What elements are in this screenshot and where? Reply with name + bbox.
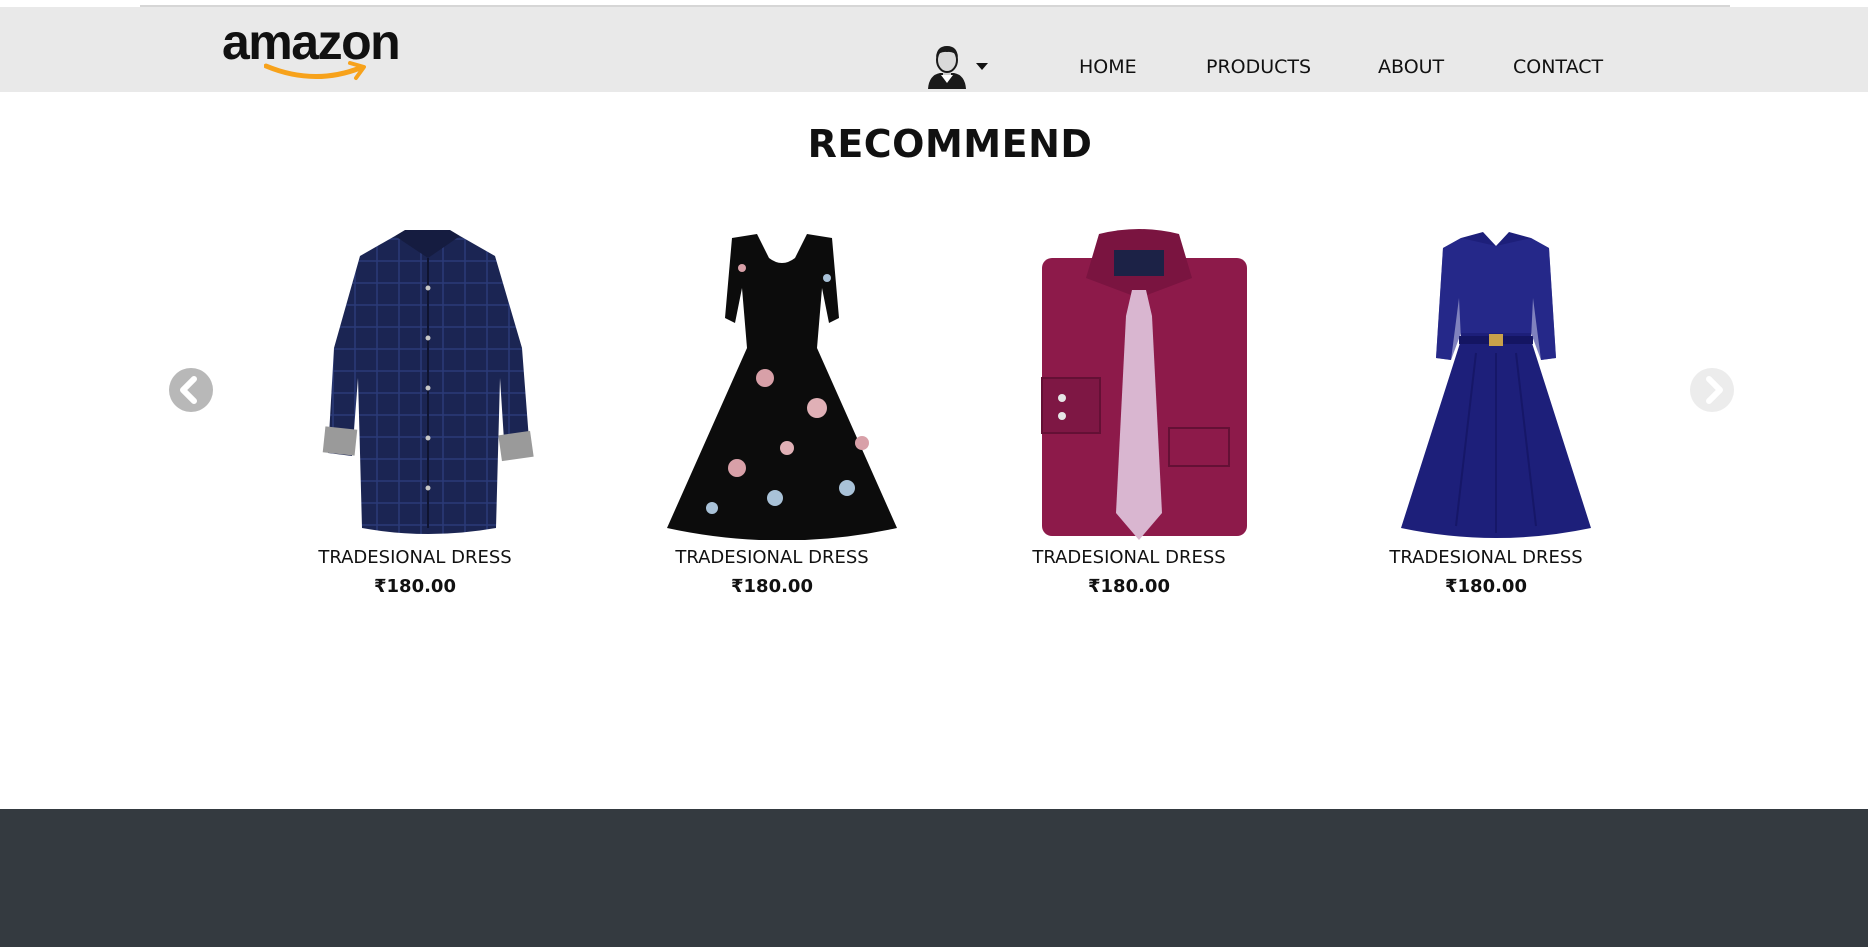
product-image-navy-lace-dress[interactable] [1371,228,1621,540]
product-card[interactable]: TRADESIONAL DRESS ₹180.00 [250,228,580,608]
nav-about[interactable]: ABOUT [1378,55,1444,79]
product-card[interactable]: TRADESIONAL DRESS ₹180.00 [964,228,1294,608]
product-image-maroon-shirt-with-tie[interactable] [1014,228,1264,540]
user-menu-button[interactable] [926,45,990,91]
product-name[interactable]: TRADESIONAL DRESS [1321,546,1651,570]
carousel-prev-button[interactable] [169,368,213,412]
amazon-logo[interactable]: amazon [222,16,412,86]
product-card[interactable]: TRADESIONAL DRESS ₹180.00 [1321,228,1651,608]
chevron-right-icon [1706,376,1723,404]
product-price: ₹180.00 [731,576,813,597]
site-footer [0,809,1868,947]
product-price: ₹180.00 [1445,576,1527,597]
section-title: RECOMMEND [807,122,1093,166]
product-image-navy-check-shirt[interactable] [300,228,550,540]
user-avatar-icon [928,46,966,89]
logo-smile-icon [264,61,366,80]
product-card[interactable]: TRADESIONAL DRESS ₹180.00 [607,228,937,608]
site-header: amazon HOME PRODUCTS ABOUT CONTACT [0,7,1868,92]
chevron-down-icon [976,63,988,70]
nav-home[interactable]: HOME [1079,55,1137,79]
product-price: ₹180.00 [1088,576,1170,597]
chevron-left-icon [180,376,197,404]
product-name[interactable]: TRADESIONAL DRESS [250,546,580,570]
product-name[interactable]: TRADESIONAL DRESS [607,546,937,570]
nav-contact[interactable]: CONTACT [1513,55,1603,79]
carousel-next-button[interactable] [1690,368,1734,412]
product-name[interactable]: TRADESIONAL DRESS [964,546,1294,570]
product-price: ₹180.00 [374,576,456,597]
nav-products[interactable]: PRODUCTS [1206,55,1311,79]
product-image-black-floral-dress[interactable] [657,228,907,540]
